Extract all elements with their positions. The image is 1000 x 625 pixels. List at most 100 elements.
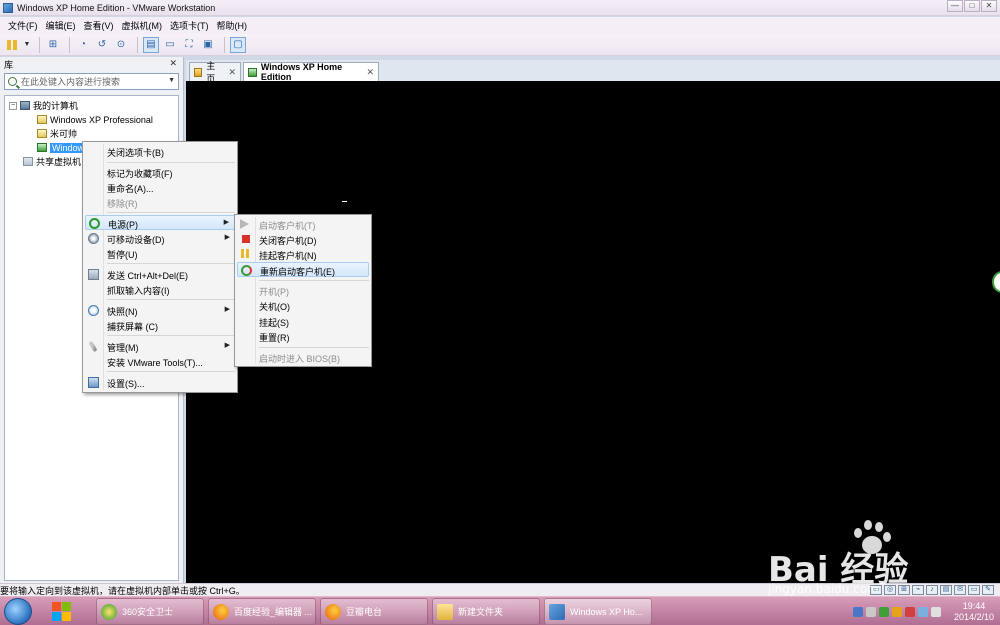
menu-item-label: 重新启动客户机(E) — [260, 267, 335, 277]
full-screen-icon[interactable]: ⛶ — [181, 37, 197, 53]
take-snapshot-icon[interactable]: ◔ — [75, 37, 91, 53]
taskbar-item-vmware[interactable]: Windows XP Ho... — [544, 598, 652, 625]
taskbar: 360安全卫士 百度经验_编辑器 ... 豆瓣电台 新建文件夹 Windows … — [0, 596, 1000, 625]
menu-item-shutdown-guest[interactable]: 关闭客户机(D) — [237, 232, 369, 247]
menu-item-manage[interactable]: 管理(M) ▶ — [85, 339, 235, 354]
menu-item-favorite[interactable]: 标记为收藏项(F) — [85, 165, 235, 180]
tools-icon[interactable]: ✎ — [982, 585, 994, 595]
menu-separator — [107, 371, 235, 372]
menu-item-settings[interactable]: 设置(S)... — [85, 375, 235, 390]
menu-item-pause[interactable]: 暂停(U) — [85, 246, 235, 261]
snapshot-icon — [88, 305, 99, 316]
menu-tabs[interactable]: 选项卡(T) — [166, 19, 213, 32]
flag-yellow — [62, 612, 71, 621]
menu-item-reset[interactable]: 重置(R) — [237, 329, 369, 344]
menu-item-label: 启动客户机(T) — [259, 221, 316, 231]
menu-item-send-ctrl-alt-del[interactable]: 发送 Ctrl+Alt+Del(E) — [85, 267, 235, 282]
baidu-jingyan-watermark: Bai 经验 jingyan.baidu.com — [768, 520, 968, 600]
close-icon[interactable]: ✕ — [366, 67, 374, 78]
close-window-button[interactable]: ✕ — [981, 0, 997, 12]
play-icon — [240, 219, 249, 229]
display-icon[interactable]: ▭ — [968, 585, 980, 595]
power-pause-icon[interactable] — [4, 37, 20, 53]
library-close-icon[interactable]: ✕ — [169, 58, 177, 69]
tab-home[interactable]: 主页 ✕ — [189, 61, 241, 84]
tree-item-vm[interactable]: 米可帅 — [37, 127, 77, 140]
taskbar-item-firefox-douban[interactable]: 豆瓣电台 — [320, 598, 428, 625]
menu-item-restart-guest[interactable]: 重新启动客户机(E) — [237, 262, 369, 277]
maximize-button[interactable]: □ — [964, 0, 980, 12]
send-ctrl-alt-del-icon[interactable]: ⊞ — [45, 37, 61, 53]
menu-item-snapshot[interactable]: 快照(N) ▶ — [85, 303, 235, 318]
chevron-down-icon[interactable]: ▼ — [168, 77, 175, 84]
menu-item-close-tab[interactable]: 关闭选项卡(B) — [85, 144, 235, 159]
menu-item-power-off[interactable]: 关机(O) — [237, 298, 369, 313]
menu-help[interactable]: 帮助(H) — [213, 19, 252, 32]
menu-item-rename[interactable]: 重命名(A)... — [85, 180, 235, 195]
library-search-box[interactable]: ▼ — [4, 73, 179, 90]
start-button[interactable] — [4, 598, 32, 625]
tray-app-icon[interactable] — [905, 606, 915, 617]
menu-item-label: 关闭客户机(D) — [259, 236, 317, 246]
thumbnail-bar-icon[interactable]: ▭ — [162, 37, 178, 53]
running-vm-icon — [37, 143, 47, 152]
menu-file[interactable]: 文件(F) — [4, 19, 42, 32]
menu-item-power[interactable]: 电源(P) ▶ — [85, 215, 235, 230]
minimize-button[interactable]: — — [947, 0, 963, 12]
menu-edit[interactable]: 编辑(E) — [42, 19, 80, 32]
system-tray: 19:44 2014/2/10 — [853, 599, 996, 624]
pause-icon — [241, 249, 250, 258]
menu-view[interactable]: 查看(V) — [80, 19, 118, 32]
tree-label: 我的计算机 — [33, 101, 79, 111]
menu-item-label: 快照(N) — [107, 307, 138, 317]
unity-icon[interactable]: ▣ — [200, 37, 216, 53]
menu-item-label: 捕获屏幕 (C) — [107, 322, 158, 332]
toolbar: ▼ ⊞ ◔ ↺ ⊙ ▤ ▭ ⛶ ▣ ▢ — [0, 34, 1000, 56]
taskbar-item-folder[interactable]: 新建文件夹 — [432, 598, 540, 625]
snapshot-manager-icon[interactable]: ⊙ — [113, 37, 129, 53]
menu-item-boot-bios: 启动时进入 BIOS(B) — [237, 350, 369, 365]
volume-tray-icon[interactable] — [931, 606, 941, 617]
search-input[interactable] — [21, 76, 151, 87]
menu-item-suspend[interactable]: 挂起(S) — [237, 314, 369, 329]
tree-item-vm[interactable]: Windows XP Professional — [37, 113, 153, 126]
menu-item-removable-devices[interactable]: 可移动设备(D) ▶ — [85, 231, 235, 246]
cd-icon — [88, 233, 99, 244]
revert-snapshot-icon[interactable]: ↺ — [94, 37, 110, 53]
tree-item-shared-vms[interactable]: 共享虚拟机 — [23, 155, 81, 168]
tray-app-icon[interactable] — [879, 606, 889, 617]
tray-app-icon[interactable] — [866, 606, 876, 617]
window-title: Windows XP Home Edition - VMware Worksta… — [17, 2, 216, 13]
settings-icon — [88, 377, 99, 388]
close-icon[interactable]: ✕ — [228, 67, 236, 78]
submenu-arrow-icon: ▶ — [224, 306, 230, 313]
clock[interactable]: 19:44 2014/2/10 — [952, 601, 996, 623]
tab-vm[interactable]: Windows XP Home Edition ✕ — [243, 62, 379, 82]
tray-app-icon[interactable] — [853, 606, 863, 617]
menu-item-suspend-guest[interactable]: 挂起客户机(N) — [237, 247, 369, 262]
menu-item-label: 挂起客户机(N) — [259, 251, 317, 261]
menu-vm[interactable]: 虚拟机(M) — [118, 19, 167, 32]
menu-item-install-tools[interactable]: 安装 VMware Tools(T)... — [85, 354, 235, 369]
360-icon — [101, 603, 117, 620]
show-library-icon[interactable]: ▤ — [143, 36, 159, 53]
taskbar-item-360[interactable]: 360安全卫士 — [96, 598, 204, 625]
submenu-arrow-icon: ▶ — [224, 234, 230, 241]
chevron-down-icon[interactable]: ▼ — [23, 37, 31, 53]
task-label: Windows XP Ho... — [570, 606, 643, 617]
menu-item-capture-screen[interactable]: 捕获屏幕 (C) — [85, 318, 235, 333]
collapse-icon[interactable]: − — [9, 101, 17, 110]
network-tray-icon[interactable] — [918, 606, 928, 617]
menu-item-label: 重置(R) — [259, 333, 290, 343]
windows-logo-icon[interactable] — [48, 599, 74, 623]
power-icon — [89, 218, 100, 229]
toolbar-separator — [224, 36, 225, 53]
taskbar-item-firefox-baidu[interactable]: 百度经验_编辑器 ... — [208, 598, 316, 625]
library-header: 库 ✕ — [0, 57, 183, 72]
menu-item-grab-input[interactable]: 抓取输入内容(I) — [85, 282, 235, 297]
tree-item-my-computer[interactable]: − 我的计算机 — [9, 99, 78, 112]
menu-separator — [107, 263, 235, 264]
console-view-icon[interactable]: ▢ — [230, 36, 246, 53]
toolbar-separator — [137, 36, 138, 53]
tray-app-icon[interactable] — [892, 606, 902, 617]
